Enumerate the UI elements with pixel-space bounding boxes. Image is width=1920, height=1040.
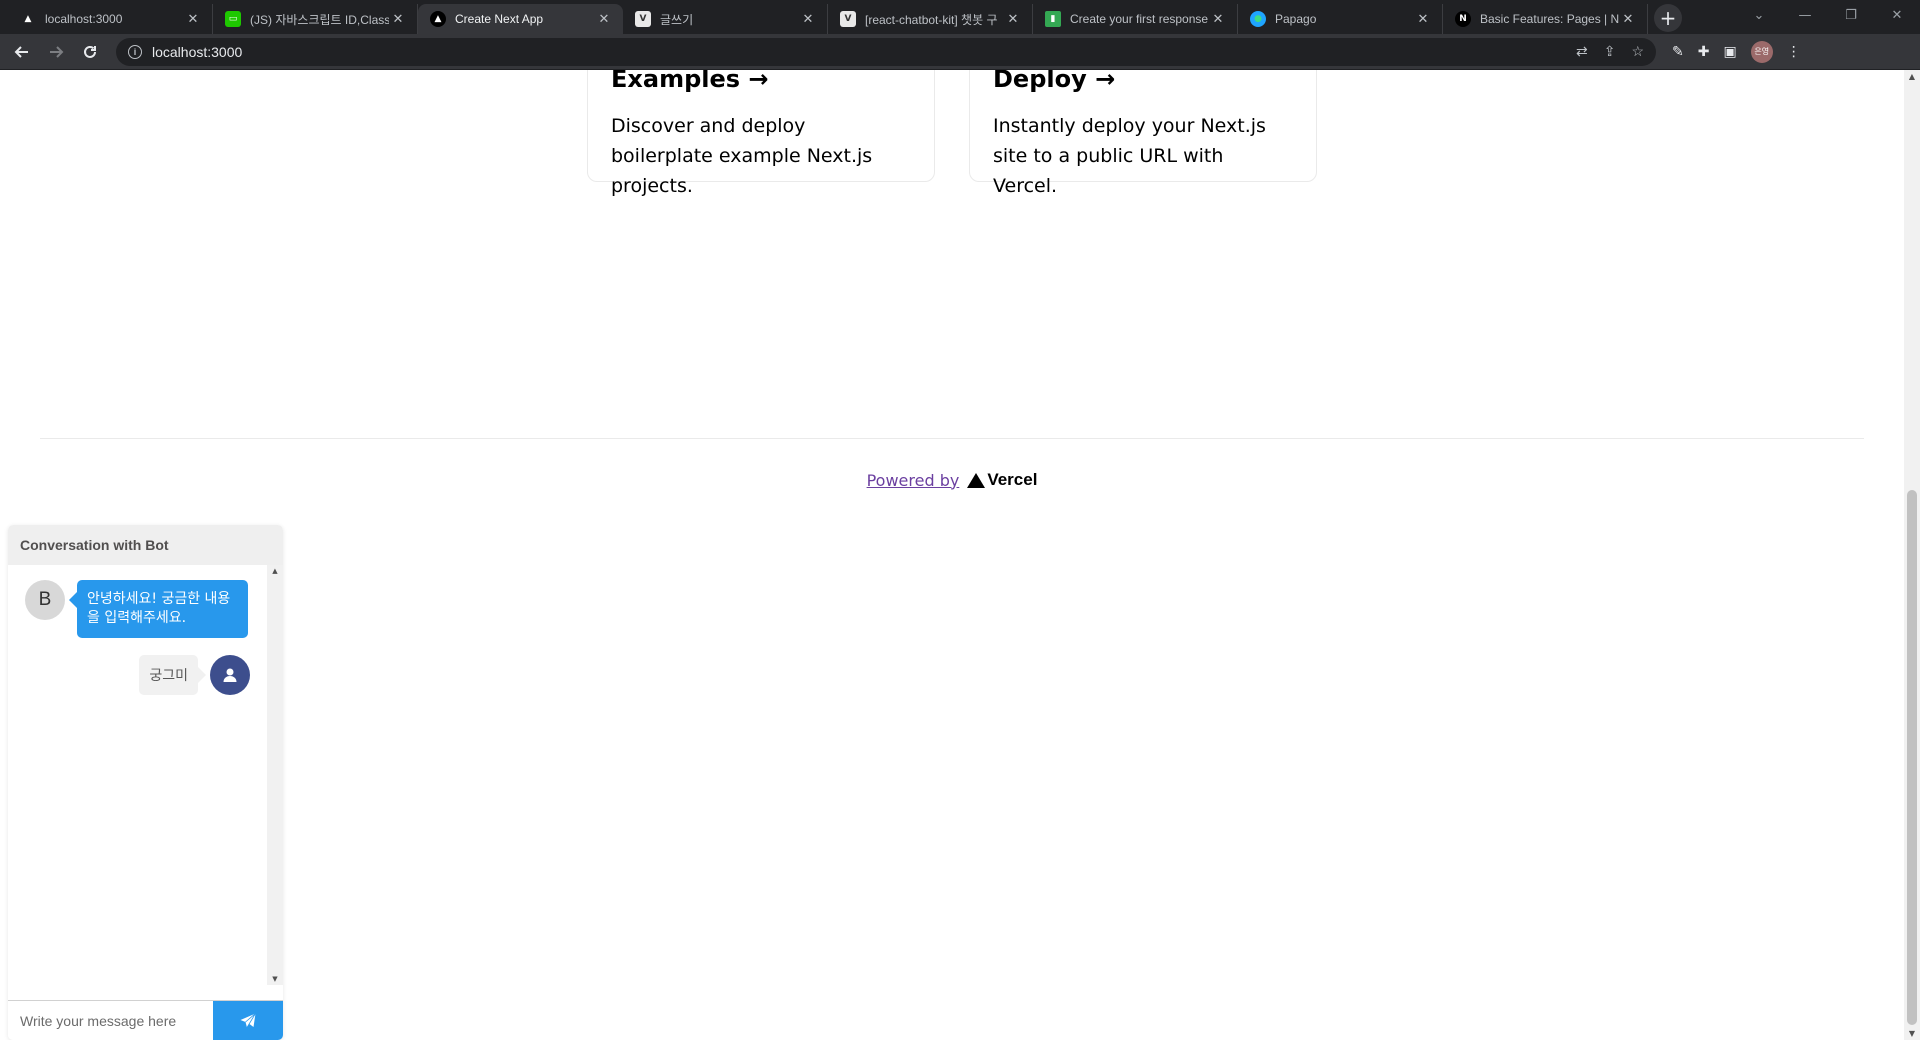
footer: Powered by Vercel — [0, 470, 1904, 490]
close-icon[interactable]: ✕ — [799, 12, 817, 27]
menu-kebab-icon[interactable]: ⋮ — [1787, 44, 1801, 60]
tab-title: Basic Features: Pages | Ne — [1480, 12, 1619, 26]
address-bar[interactable]: i localhost:3000 ⇄ ⇪ ☆ — [116, 37, 1656, 66]
vercel-triangle-icon — [967, 472, 986, 488]
forward-button[interactable] — [42, 38, 70, 66]
translate-icon[interactable]: ⇄ — [1576, 43, 1588, 60]
omnibox-actions: ⇄ ⇪ ☆ — [1576, 43, 1644, 60]
chat-message-container[interactable]: B 안녕하세요! 궁금한 내용을 입력해주세요. 궁그미 — [8, 565, 267, 985]
send-button[interactable] — [213, 1001, 283, 1040]
scroll-up-icon[interactable]: ▲ — [1904, 72, 1920, 81]
minimize-icon[interactable]: — — [1782, 8, 1828, 23]
tab-js-id-class[interactable]: ▭ (JS) 자바스크립트 ID,Class ✕ — [213, 4, 418, 34]
close-window-icon[interactable]: ✕ — [1874, 8, 1920, 23]
tab-basic-features-pages[interactable]: N Basic Features: Pages | Ne ✕ — [1443, 4, 1648, 34]
close-icon[interactable]: ✕ — [389, 12, 407, 27]
tab-papago[interactable]: ● Papago ✕ — [1238, 4, 1443, 34]
card-title: Deploy → — [993, 70, 1116, 93]
tab-react-chatbot-kit[interactable]: V [react-chatbot-kit] 챗봇 구 ✕ — [828, 4, 1033, 34]
scroll-down-icon[interactable]: ▼ — [1904, 1029, 1920, 1038]
user-avatar — [210, 655, 250, 695]
close-icon[interactable]: ✕ — [1209, 12, 1227, 27]
tab-title: [react-chatbot-kit] 챗봇 구 — [865, 12, 998, 27]
card-title: Examples → — [611, 70, 769, 93]
tab-title: Create Next App — [455, 12, 544, 26]
tab-search-icon[interactable]: ⌄ — [1736, 8, 1782, 23]
share-icon[interactable]: ⇪ — [1604, 43, 1616, 60]
close-icon[interactable]: ✕ — [595, 12, 613, 27]
user-icon — [223, 668, 237, 682]
user-message: 궁그미 — [139, 655, 250, 695]
scroll-thumb[interactable] — [1907, 490, 1917, 1025]
tab-title: Papago — [1275, 12, 1317, 26]
velog-favicon-icon: V — [635, 11, 651, 27]
toolbar-extensions: ✎ ✚ ▣ 은영 ⋮ — [1672, 40, 1801, 63]
reload-icon — [84, 45, 96, 58]
nextjs-favicon-icon: ▲ — [20, 11, 36, 27]
card-description: Discover and deploy boilerplate example … — [611, 115, 873, 197]
tab-title: (JS) 자바스크립트 ID,Class — [250, 12, 389, 27]
back-arrow-icon — [14, 45, 28, 58]
extension-pen-icon[interactable]: ✎ — [1672, 44, 1684, 60]
new-tab-button[interactable]: + — [1654, 4, 1682, 32]
nextjs-favicon-icon: ▲ — [430, 11, 446, 27]
naver-blog-favicon-icon: ▭ — [225, 11, 241, 27]
tab-title: 글쓰기 — [660, 12, 694, 27]
close-icon[interactable]: ✕ — [1414, 12, 1432, 27]
tab-create-first-response[interactable]: ▮ Create your first response ✕ — [1033, 4, 1238, 34]
back-button[interactable] — [8, 38, 36, 66]
address-text: localhost:3000 — [152, 43, 243, 60]
chatbot-widget: Conversation with Bot B 안녕하세요! 궁금한 내용을 입… — [8, 525, 283, 1040]
user-message-bubble: 궁그미 — [139, 655, 206, 695]
chat-message-input[interactable] — [8, 1001, 213, 1040]
close-icon[interactable]: ✕ — [184, 12, 202, 27]
browser-tab-strip: ▲ localhost:3000 ✕ ▭ (JS) 자바스크립트 ID,Clas… — [0, 0, 1920, 34]
scroll-up-icon[interactable]: ▲ — [267, 567, 283, 575]
browser-toolbar: i localhost:3000 ⇄ ⇪ ☆ ✎ ✚ ▣ 은영 ⋮ — [0, 34, 1920, 70]
card-description: Instantly deploy your Next.js site to a … — [993, 115, 1266, 197]
bot-avatar: B — [25, 580, 65, 620]
deploy-card[interactable]: Deploy → Instantly deploy your Next.js s… — [969, 70, 1317, 197]
tab-title: Create your first response — [1070, 12, 1209, 26]
tab-write-post[interactable]: V 글쓰기 ✕ — [623, 4, 828, 34]
close-icon[interactable]: ✕ — [1619, 12, 1637, 27]
page-viewport: Examples → Discover and deploy boilerpla… — [0, 70, 1904, 1040]
window-controls: ⌄ — ❐ ✕ — [1736, 0, 1920, 30]
page-scrollbar[interactable]: ▲ ▼ — [1904, 70, 1920, 1040]
side-panel-icon[interactable]: ▣ — [1723, 44, 1736, 60]
reload-button[interactable] — [76, 38, 104, 66]
sheets-favicon-icon: ▮ — [1045, 11, 1061, 27]
site-info-icon[interactable]: i — [128, 44, 142, 59]
vercel-wordmark: Vercel — [987, 470, 1038, 489]
tab-create-next-app[interactable]: ▲ Create Next App ✕ — [418, 4, 623, 34]
chat-input-form — [8, 1000, 283, 1040]
velog-favicon-icon: V — [840, 11, 856, 27]
papago-favicon-icon: ● — [1250, 11, 1266, 27]
nextjs-docs-favicon-icon: N — [1455, 11, 1471, 27]
chat-header: Conversation with Bot — [8, 525, 283, 565]
forward-arrow-icon — [50, 45, 64, 58]
bookmark-star-icon[interactable]: ☆ — [1631, 43, 1644, 60]
tab-localhost[interactable]: ▲ localhost:3000 ✕ — [8, 4, 213, 34]
bot-message-bubble: 안녕하세요! 궁금한 내용을 입력해주세요. — [69, 580, 248, 638]
extensions-puzzle-icon[interactable]: ✚ — [1698, 44, 1710, 60]
close-icon[interactable]: ✕ — [1004, 12, 1022, 27]
bot-message: B 안녕하세요! 궁금한 내용을 입력해주세요. — [25, 580, 248, 638]
chat-scrollbar[interactable]: ▲ ▼ — [267, 565, 283, 985]
powered-by-link[interactable]: Powered by — [867, 471, 960, 490]
footer-divider — [40, 438, 1864, 439]
restore-icon[interactable]: ❐ — [1828, 8, 1874, 23]
scroll-down-icon[interactable]: ▼ — [267, 975, 283, 983]
paper-plane-icon — [240, 1013, 256, 1028]
tab-title: localhost:3000 — [45, 12, 123, 26]
examples-card[interactable]: Examples → Discover and deploy boilerpla… — [587, 70, 935, 197]
profile-avatar[interactable]: 은영 — [1750, 40, 1773, 63]
vercel-logo[interactable]: Vercel — [967, 470, 1037, 490]
